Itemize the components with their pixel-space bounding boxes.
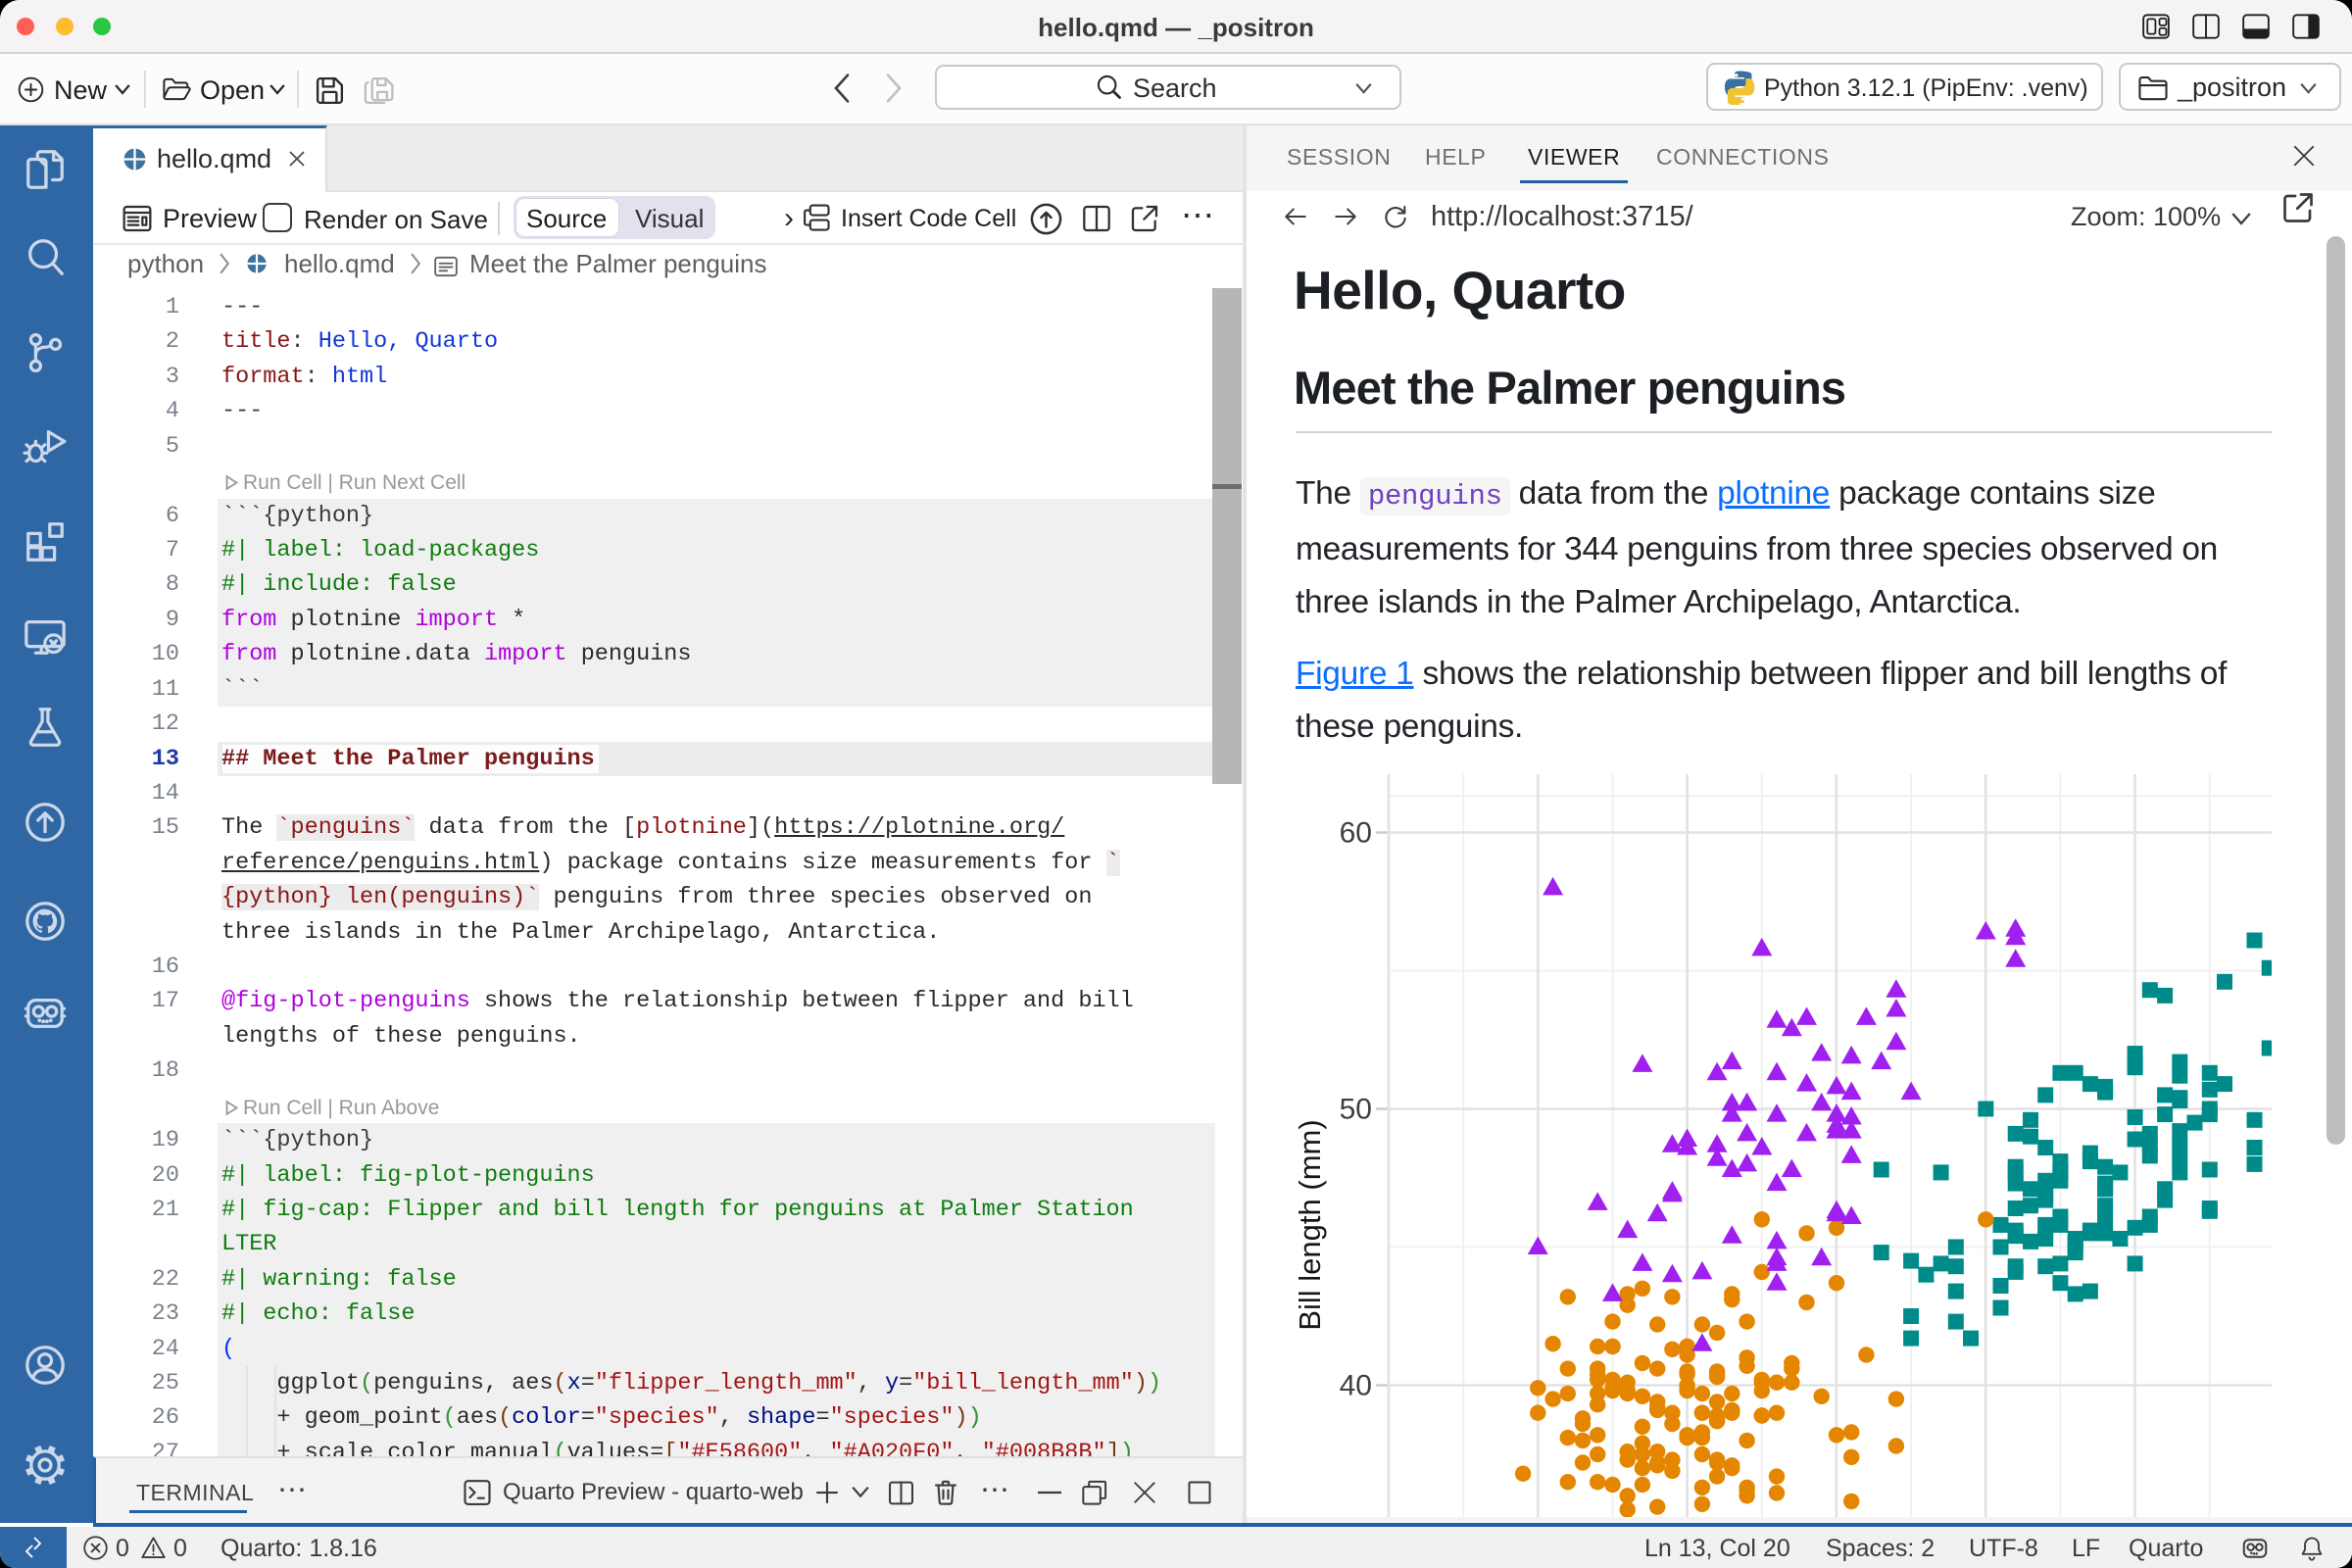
- svg-text:50: 50: [1340, 1094, 1372, 1126]
- svg-text:60: 60: [1340, 817, 1372, 850]
- svg-text:40: 40: [1340, 1370, 1372, 1402]
- svg-text:Bill length (mm): Bill length (mm): [1296, 1119, 1327, 1330]
